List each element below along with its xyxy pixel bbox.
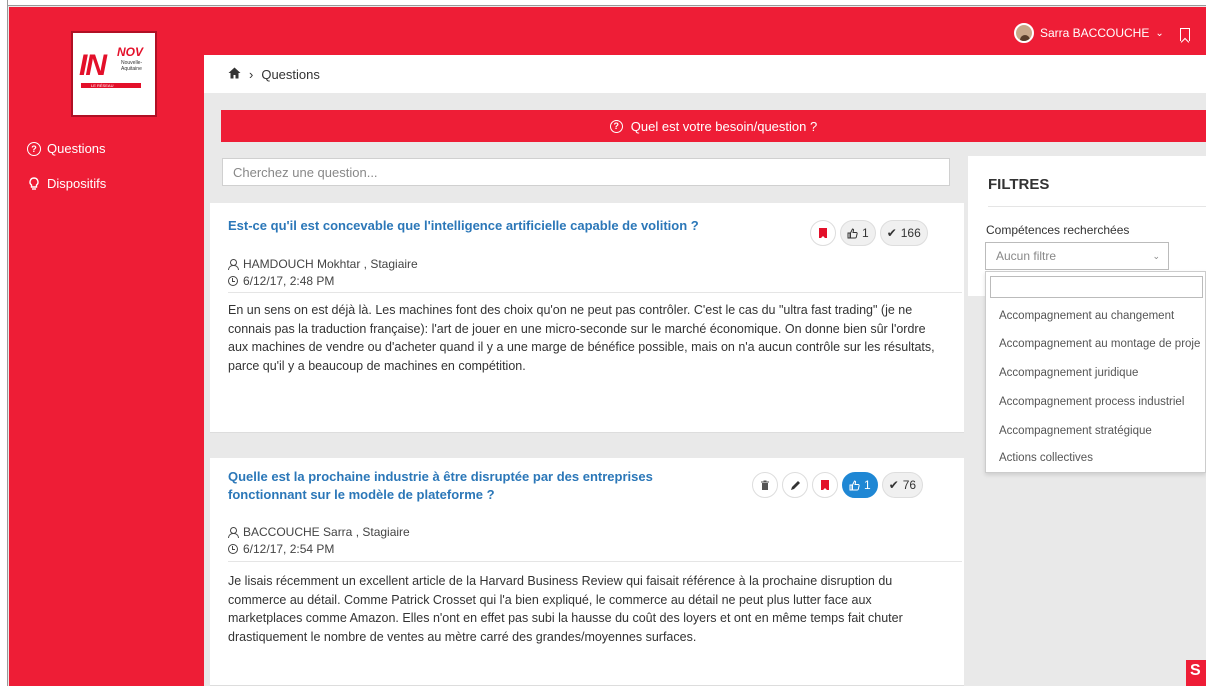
user-icon: [228, 259, 239, 270]
author-text: HAMDOUCH Mokhtar , Stagiaire: [243, 257, 418, 271]
question-circle-icon: ?: [27, 141, 41, 156]
question-author: BACCOUCHE Sarra , Stagiaire: [228, 525, 410, 539]
avatar: [1014, 23, 1034, 43]
dropdown-option[interactable]: Accompagnement au montage de proje: [999, 338, 1200, 350]
question-date: 6/12/17, 2:48 PM: [228, 274, 334, 288]
user-menu[interactable]: Sarra BACCOUCHE ⌄: [1014, 23, 1164, 43]
author-text: BACCOUCHE Sarra , Stagiaire: [243, 525, 410, 539]
logo-bar-text: LE RÉSEAU: [91, 83, 114, 88]
ask-question-banner[interactable]: ? Quel est votre besoin/question ?: [221, 110, 1206, 142]
dropdown-search-input[interactable]: [990, 276, 1203, 298]
question-body: En un sens on est déjà là. Les machines …: [228, 303, 935, 373]
edit-button[interactable]: [782, 472, 808, 498]
banner-text: Quel est votre besoin/question ?: [630, 118, 818, 134]
question-circle-icon: ?: [609, 119, 623, 133]
bookmark-button[interactable]: [810, 220, 836, 246]
sidebar-item-questions[interactable]: ? Questions: [27, 141, 106, 156]
check-icon: ✔: [886, 226, 897, 240]
divider: [988, 206, 1206, 207]
competences-dropdown: Accompagnement au changement Accompagnem…: [985, 271, 1206, 473]
question-title[interactable]: Quelle est la prochaine industrie à être…: [228, 468, 653, 504]
window-frame-left: [0, 0, 8, 686]
bookmark-icon: [821, 480, 829, 490]
answer-count: 76: [902, 478, 917, 492]
search-input[interactable]: [222, 158, 950, 186]
user-icon: [228, 527, 239, 538]
question-body: Je lisais récemment un excellent article…: [228, 574, 903, 644]
thumbs-up-icon: [849, 479, 860, 490]
innov-logo[interactable]: IN NOV Nouvelle- Aquitaine LE RÉSEAU: [71, 31, 157, 117]
date-text: 6/12/17, 2:54 PM: [243, 542, 335, 556]
competences-select[interactable]: Aucun filtre ⌄: [985, 242, 1169, 270]
chevron-down-icon: ⌄: [1152, 250, 1160, 261]
dropdown-option[interactable]: Actions collectives: [999, 452, 1093, 464]
chat-widget-icon[interactable]: [1186, 660, 1206, 686]
bookmark-button[interactable]: [812, 472, 838, 498]
sidebar-item-dispositifs[interactable]: Dispositifs: [27, 176, 106, 191]
question-card: Quelle est la prochaine industrie à être…: [210, 458, 964, 686]
question-title-line: Quelle est la prochaine industrie à être…: [228, 469, 653, 484]
delete-button[interactable]: [752, 472, 778, 498]
sidebar-item-label: Questions: [47, 141, 106, 156]
question-date: 6/12/17, 2:54 PM: [228, 542, 334, 556]
pencil-icon: [790, 480, 800, 490]
date-text: 6/12/17, 2:48 PM: [243, 274, 335, 288]
bookmark-icon: [819, 228, 827, 238]
answers-button[interactable]: ✔ 166: [879, 220, 928, 246]
like-count: 1: [864, 478, 871, 492]
dropdown-option[interactable]: Accompagnement process industriel: [999, 396, 1184, 408]
clock-icon: [228, 544, 238, 554]
home-icon[interactable]: [228, 67, 241, 82]
question-title-line: fonctionnant sur le modèle de plateforme…: [228, 487, 495, 502]
question-author: HAMDOUCH Mokhtar , Stagiaire: [228, 257, 418, 271]
answer-count: 166: [900, 226, 921, 240]
question-actions: 1 ✔ 76: [752, 472, 924, 498]
question-actions: 1 ✔ 166: [810, 220, 928, 246]
user-name: Sarra BACCOUCHE: [1040, 26, 1150, 40]
breadcrumb: › Questions: [204, 55, 1206, 93]
select-value: Aucun filtre: [996, 249, 1057, 263]
sidebar-item-label: Dispositifs: [47, 176, 107, 191]
dropdown-option[interactable]: Accompagnement juridique: [999, 367, 1138, 379]
dropdown-option[interactable]: Accompagnement au changement: [999, 310, 1174, 322]
like-button[interactable]: 1: [840, 220, 876, 246]
chevron-down-icon: ⌄: [1155, 27, 1164, 39]
logo-nov-text: NOV: [117, 45, 144, 59]
divider: [228, 292, 962, 293]
like-button[interactable]: 1: [842, 472, 878, 498]
lightbulb-icon: [27, 176, 41, 191]
logo-main-text: IN: [79, 49, 107, 82]
thumbs-up-icon: [847, 227, 858, 238]
trash-icon: [761, 480, 769, 490]
like-count: 1: [862, 226, 869, 240]
bookmark-icon[interactable]: [1180, 28, 1190, 41]
divider: [228, 561, 962, 562]
check-icon: ✔: [888, 478, 899, 492]
question-card: Est-ce qu'il est concevable que l'intell…: [210, 203, 964, 433]
window-frame-top: [0, 0, 1206, 6]
filters-title: FILTRES: [988, 176, 1050, 193]
breadcrumb-separator-icon: ›: [249, 66, 254, 82]
clock-icon: [228, 276, 238, 286]
answers-button[interactable]: ✔ 76: [881, 472, 924, 498]
sidebar: IN NOV Nouvelle- Aquitaine LE RÉSEAU ? Q…: [9, 7, 204, 686]
breadcrumb-current: Questions: [261, 66, 320, 82]
dropdown-option[interactable]: Accompagnement stratégique: [999, 425, 1152, 437]
question-title[interactable]: Est-ce qu'il est concevable que l'intell…: [228, 217, 699, 235]
logo-sub-text-2: Aquitaine: [121, 66, 142, 72]
filters-label: Compétences recherchées: [986, 223, 1130, 237]
